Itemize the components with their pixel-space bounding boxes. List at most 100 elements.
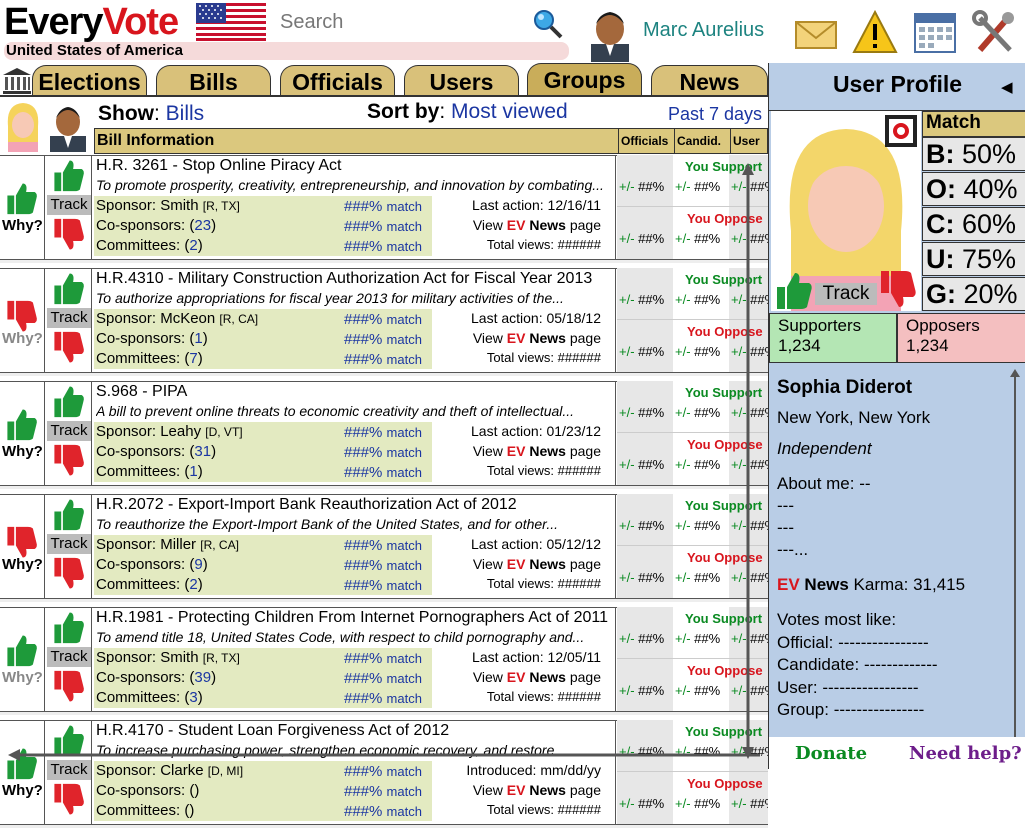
why-button[interactable]: Why? — [2, 782, 43, 799]
scroll-indicators — [8, 163, 760, 761]
match-value: 75% — [962, 244, 1017, 274]
committees-label: Committees: — [96, 802, 181, 819]
like-official: Official: ---------------- — [777, 633, 929, 652]
tab-users[interactable]: Users — [404, 65, 519, 97]
male-filter-icon[interactable] — [46, 98, 90, 152]
alert-icon[interactable] — [852, 8, 898, 56]
username-link[interactable]: Marc Aurelius — [643, 19, 764, 42]
opposers-label: Opposers — [906, 316, 980, 335]
collapse-arrow-icon[interactable]: ◀ — [1001, 78, 1013, 96]
karma-news: News — [799, 575, 849, 594]
karma-ev: EV — [777, 575, 800, 594]
sort-label: Sort by — [367, 100, 440, 123]
candidates-oppose-pct: +/- ##% — [675, 796, 721, 811]
government-building-icon[interactable] — [2, 67, 32, 95]
match-letter: G: — [926, 279, 956, 309]
col-users[interactable]: User — [730, 129, 770, 153]
period-filter[interactable]: Past 7 days — [668, 104, 762, 125]
profile-affiliation: Independent — [777, 439, 872, 458]
tab-news[interactable]: News — [651, 65, 768, 97]
sort-filter[interactable]: Sort by: Most viewed — [367, 100, 568, 124]
profile-track-button[interactable]: Track — [815, 283, 877, 305]
match-letter: C: — [926, 209, 955, 239]
us-flag-icon[interactable] — [196, 3, 266, 41]
supporters-count: 1,234 — [778, 336, 821, 355]
tab-officials[interactable]: Officials — [280, 65, 395, 97]
about-me: About me: -- — [777, 474, 871, 493]
match-header: Match — [922, 111, 1025, 137]
profile-location: New York, New York — [777, 408, 931, 427]
supporters-box[interactable]: Supporters 1,234 — [769, 313, 897, 363]
opposers-count: 1,234 — [906, 336, 949, 355]
officials-oppose-pct: +/- ##% — [619, 796, 665, 811]
match-row: B: 50% — [922, 137, 1025, 171]
row-separator — [0, 824, 768, 828]
about-line: ---... — [777, 540, 809, 559]
about-line: --- — [777, 496, 794, 515]
panel-title: User Profile — [832, 71, 963, 97]
app-logo[interactable]: EveryVote — [4, 1, 180, 43]
filter-bar: Show: Bills Sort by: Most viewed Past 7 … — [94, 98, 768, 128]
match-row: U: 75% — [922, 242, 1025, 276]
match-row: C: 60% — [922, 207, 1025, 241]
table-header: Bill Information Officials Candid. User — [94, 128, 768, 154]
contact-card-icon[interactable] — [883, 113, 919, 149]
col-bill-info[interactable]: Bill Information — [97, 132, 214, 150]
view-ev-news-link[interactable]: View EV News page — [473, 782, 601, 798]
profile-name: Sophia Diderot — [777, 377, 913, 398]
col-officials[interactable]: Officials — [618, 129, 674, 153]
committees-match: ###% match — [344, 803, 422, 820]
about-line: --- — [777, 518, 794, 537]
tab-elections[interactable]: Elections — [32, 65, 147, 97]
cosponsors-match: ###% match — [344, 783, 422, 800]
match-value: 20% — [963, 279, 1018, 309]
opposers-box[interactable]: Opposers 1,234 — [897, 313, 1025, 363]
logo-vote: Vote — [102, 1, 180, 43]
you-oppose-label: You Oppose — [687, 776, 763, 791]
logo-every: Every — [4, 1, 104, 43]
settings-tools-icon[interactable] — [972, 8, 1018, 56]
match-value: 40% — [963, 174, 1018, 204]
cosponsors-label: Co-sponsors: — [96, 782, 186, 799]
tab-bills[interactable]: Bills — [156, 65, 271, 97]
match-letter: O: — [926, 174, 956, 204]
like-candidate: Candidate: ------------- — [777, 655, 938, 674]
karma-value: Karma: 31,415 — [848, 575, 966, 594]
female-filter-icon[interactable] — [2, 98, 44, 152]
country-label[interactable]: United States of America — [4, 42, 569, 60]
supporters-label: Supporters — [778, 316, 862, 335]
search-icon[interactable] — [532, 8, 564, 40]
show-label: Show — [98, 102, 154, 125]
search-input[interactable]: Search — [280, 11, 343, 34]
calendar-icon[interactable] — [912, 8, 958, 56]
users-oppose-pct: +/- ##% — [731, 796, 768, 811]
thumbs-up-icon[interactable] — [773, 269, 813, 311]
match-row: G: 20% — [922, 277, 1025, 311]
oppose-stats: You Oppose +/- ##% +/- ##% +/- ##% — [617, 771, 768, 822]
match-letter: B: — [926, 139, 955, 169]
karma: EV News Karma: 31,415 — [777, 575, 965, 595]
total-views: Total views: ###### — [486, 802, 601, 817]
sort-value: Most viewed — [451, 100, 568, 123]
votes-like-label: Votes most like: — [777, 610, 897, 629]
match-box: Match B: 50% O: 40% C: 60% U: 75% G: 20% — [922, 111, 1025, 311]
show-filter[interactable]: Show: Bills — [98, 102, 204, 126]
thumbs-down-icon[interactable] — [877, 269, 917, 311]
tab-groups[interactable]: Groups — [527, 63, 642, 95]
messages-icon[interactable] — [793, 8, 839, 56]
help-link[interactable]: Need help? — [909, 743, 1022, 764]
main-tabs: Elections Bills Officials Users Groups N… — [0, 63, 768, 97]
like-group: Group: ---------------- — [777, 700, 925, 719]
match-value: 50% — [962, 139, 1017, 169]
profile-info: Sophia Diderot New York, New York Indepe… — [769, 363, 1025, 745]
like-user: User: ----------------- — [777, 678, 919, 697]
thumbs-down-icon[interactable] — [51, 782, 85, 818]
user-avatar-icon[interactable] — [585, 4, 635, 62]
show-value: Bills — [165, 102, 205, 125]
col-candidates[interactable]: Candid. — [674, 129, 730, 153]
user-profile-panel: User Profile ◀ Track Match B: 50% O: 40% C… — [768, 63, 1025, 769]
donate-link[interactable]: Donate — [795, 743, 867, 764]
panel-scroll-indicator — [1010, 369, 1020, 745]
match-letter: U: — [926, 244, 955, 274]
tabs-divider — [0, 95, 768, 97]
